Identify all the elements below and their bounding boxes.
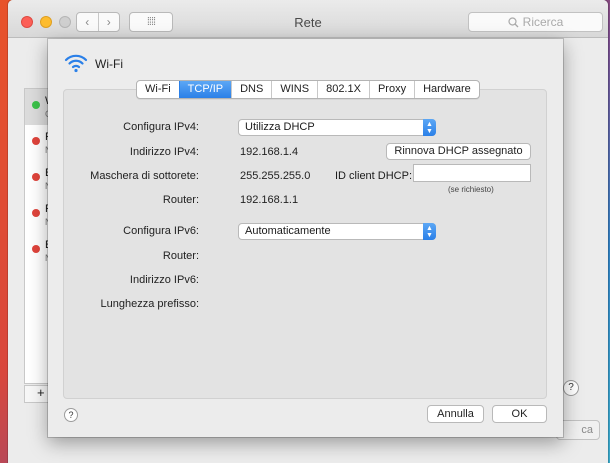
cancel-button[interactable]: Annulla [427, 405, 484, 423]
configure-ipv6-select[interactable]: Automaticamente ▲ ▼ [238, 223, 436, 240]
tab-tcpip[interactable]: TCP/IP [178, 81, 232, 98]
renew-dhcp-button[interactable]: Rinnova DHCP assegnato [386, 143, 531, 160]
dhcp-client-id-input[interactable] [413, 164, 531, 182]
router-ipv4-label: Router: [162, 194, 199, 206]
tab-bar: Wi-Fi TCP/IP DNS WINS 802.1X Proxy Hardw… [136, 80, 480, 99]
help-button[interactable]: ? [563, 380, 579, 396]
status-dot-icon [32, 173, 40, 181]
plus-icon: + [37, 385, 45, 400]
help-button[interactable]: ? [64, 408, 78, 422]
tab-dns[interactable]: DNS [231, 81, 271, 98]
router-ipv6-label: Router: [162, 250, 199, 262]
configure-ipv4-select[interactable]: Utilizza DHCP ▲ ▼ [238, 119, 436, 136]
tab-8021x[interactable]: 802.1X [317, 81, 369, 98]
tab-hardware[interactable]: Hardware [414, 81, 479, 98]
advanced-settings-sheet: Wi-Fi Configura IPv4: Utilizza DHCP ▲ ▼ I… [48, 39, 563, 437]
tab-content-panel: Configura IPv4: Utilizza DHCP ▲ ▼ Indiriz… [63, 89, 547, 399]
search-icon [508, 16, 519, 27]
service-title: Wi-Fi [95, 57, 123, 71]
wifi-icon [64, 54, 88, 73]
title-bar: ‹ › ⁞⁞⁞⁞ Rete Ricerca [8, 0, 608, 38]
status-dot-icon [32, 137, 40, 145]
chevron-updown-icon: ▲ ▼ [423, 223, 436, 240]
prefix-length-label: Lunghezza prefisso: [100, 298, 199, 310]
ok-button[interactable]: OK [492, 405, 547, 423]
search-input[interactable]: Ricerca [468, 12, 603, 32]
configure-ipv4-value: Utilizza DHCP [245, 121, 315, 133]
subnet-mask-value: 255.255.255.0 [240, 170, 311, 182]
tab-proxy[interactable]: Proxy [368, 81, 414, 98]
status-dot-icon [32, 101, 40, 109]
status-dot-icon [32, 209, 40, 217]
ipv6-address-label: Indirizzo IPv6: [129, 274, 199, 286]
dhcp-client-id-label: ID client DHCP: [335, 170, 413, 182]
chevron-updown-icon: ▲ ▼ [423, 119, 436, 136]
search-placeholder: Ricerca [522, 15, 564, 29]
tab-wifi[interactable]: Wi-Fi [137, 81, 179, 98]
dhcp-client-id-hint: (se richiesto) [448, 185, 494, 194]
router-ipv4-value: 192.168.1.1 [240, 194, 299, 206]
ipv4-address-label: Indirizzo IPv4: [129, 146, 199, 158]
configure-ipv6-label: Configura IPv6: [123, 225, 199, 237]
subnet-mask-label: Maschera di sottorete: [90, 170, 199, 182]
configure-ipv6-value: Automaticamente [245, 225, 331, 237]
tab-wins[interactable]: WINS [271, 81, 317, 98]
status-dot-icon [32, 245, 40, 253]
configure-ipv4-label: Configura IPv4: [123, 121, 199, 133]
ipv4-address-value: 192.168.1.4 [240, 146, 299, 158]
